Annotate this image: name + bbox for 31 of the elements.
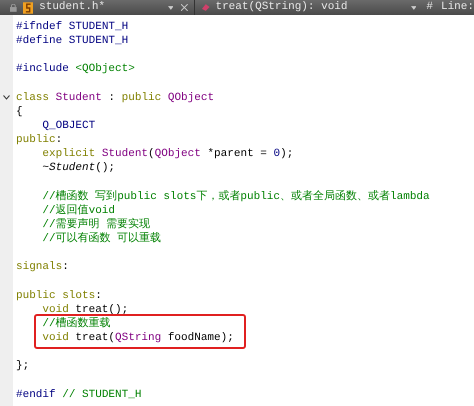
code-line: #define STUDENT_H	[16, 34, 128, 48]
lock-icon	[10, 4, 17, 12]
code-line: //槽函数 写到public slots下，或者public、或者全局函数、或者lambda	[42, 190, 430, 204]
code-line: //槽函数重载	[42, 316, 111, 332]
file-dropdown[interactable]: student.h*	[39, 0, 168, 16]
code-line: #include <QObject>	[16, 62, 135, 77]
fold-caret-icon[interactable]	[3, 95, 10, 100]
code-line: #endif // STUDENT_H	[16, 388, 142, 402]
code-line: {	[16, 104, 23, 119]
code-line: //需要声明 需要实现	[42, 218, 150, 232]
code-line: void treat();	[42, 302, 128, 317]
line-label: Line:	[440, 0, 474, 16]
caret-icon	[168, 6, 174, 10]
code-line: //可以有函数 可以重载	[42, 232, 162, 246]
code-line: void treat(QString foodName);	[42, 331, 234, 346]
code-line: public:	[16, 133, 62, 148]
code-line: Q_OBJECT	[42, 118, 96, 134]
caret-icon	[410, 6, 416, 10]
symbol-dropdown[interactable]: treat(QString): void	[215, 0, 411, 16]
code-line: class Student : public QObject	[16, 90, 214, 105]
code-line: signals:	[16, 260, 69, 275]
code-line: };	[16, 359, 30, 374]
hash-label: #	[426, 0, 433, 16]
code-line: ~Student();	[42, 161, 116, 176]
code-line: public slots:	[16, 288, 102, 303]
function-icon	[200, 3, 210, 12]
close-icon[interactable]	[181, 4, 188, 11]
code-line: #ifndef STUDENT_H	[16, 20, 128, 34]
file-icon	[22, 2, 34, 14]
code-line: //返回值void	[42, 204, 115, 218]
code-line: explicit Student(QObject *parent = 0);	[42, 147, 294, 162]
